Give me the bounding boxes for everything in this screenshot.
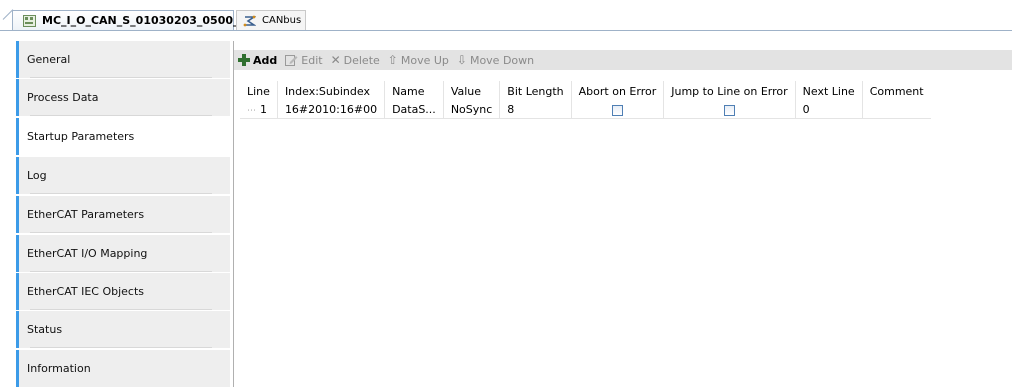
- cell-abort-on-error: [571, 101, 665, 119]
- sidebar-item-ethercat-iec-objects[interactable]: EtherCAT IEC Objects: [16, 273, 230, 310]
- editor-sidebar: General Process Data Startup Parameters …: [0, 41, 232, 387]
- tree-connector: ⋯: [247, 106, 256, 116]
- cell-next-line[interactable]: 0: [795, 101, 863, 119]
- sidebar-item-label: EtherCAT I/O Mapping: [27, 247, 148, 260]
- separator: [30, 271, 212, 272]
- cell-line[interactable]: ⋯ 1: [240, 101, 278, 119]
- delete-label: Delete: [343, 53, 380, 67]
- tab-canbus[interactable]: CANbus: [236, 10, 306, 30]
- move-down-button[interactable]: ⇩ Move Down: [457, 54, 534, 67]
- editor-tab-strip: MC_I_O_CAN_S_01030203_0500_ x CANbus: [0, 0, 1012, 36]
- sidebar-item-startup-parameters[interactable]: Startup Parameters: [16, 118, 230, 155]
- separator: [30, 232, 212, 233]
- column-header-value[interactable]: Value: [443, 81, 501, 101]
- arrow-down-icon: ⇩: [456, 53, 467, 67]
- cell-value[interactable]: NoSync: [443, 101, 501, 119]
- sidebar-item-label: Process Data: [27, 91, 99, 104]
- tab-label: MC_I_O_CAN_S_01030203_0500_: [42, 14, 239, 27]
- column-header-next-line[interactable]: Next Line: [795, 81, 863, 101]
- sidebar-item-ethercat-io-mapping[interactable]: EtherCAT I/O Mapping: [16, 235, 230, 272]
- sidebar-item-label: General: [27, 53, 71, 66]
- move-up-label: Move Up: [400, 53, 449, 67]
- tab-label: CANbus: [262, 15, 302, 26]
- column-header-index-subindex[interactable]: Index:Subindex: [277, 81, 386, 101]
- add-icon: [238, 54, 250, 66]
- sidebar-item-status[interactable]: Status: [16, 311, 230, 348]
- cell-bit-length[interactable]: 8: [499, 101, 572, 119]
- table-header-row: Line Index:Subindex Name Value Bit Lengt…: [240, 81, 931, 101]
- sidebar-item-label: Log: [27, 169, 47, 182]
- add-label: Add: [253, 53, 278, 67]
- arrow-up-icon: ⇧: [387, 53, 398, 67]
- delete-icon: ✕: [330, 53, 341, 67]
- delete-button[interactable]: ✕ Delete: [331, 54, 380, 67]
- move-up-button[interactable]: ⇧ Move Up: [388, 54, 449, 67]
- tab-strip-baseline: [0, 30, 1012, 31]
- sidebar-item-label: Status: [27, 323, 63, 336]
- tab-device-editor[interactable]: MC_I_O_CAN_S_01030203_0500_ x: [12, 10, 253, 30]
- separator: [30, 77, 212, 78]
- edit-button[interactable]: Edit: [285, 53, 323, 67]
- jump-to-line-on-error-checkbox[interactable]: [723, 104, 735, 116]
- separator: [30, 115, 212, 116]
- column-header-abort-on-error[interactable]: Abort on Error: [571, 81, 665, 101]
- cell-jump-to-line-on-error: [663, 101, 796, 119]
- cell-comment[interactable]: [862, 101, 931, 119]
- sidebar-item-log[interactable]: Log: [16, 157, 230, 194]
- separator: [30, 309, 212, 310]
- cell-name[interactable]: DataS...: [384, 101, 444, 119]
- sidebar-item-label: EtherCAT Parameters: [27, 208, 145, 221]
- separator: [30, 193, 212, 194]
- startup-parameters-table: Line Index:Subindex Name Value Bit Lengt…: [240, 81, 931, 119]
- add-button[interactable]: Add: [238, 54, 277, 67]
- column-header-line[interactable]: Line: [240, 81, 278, 101]
- move-down-label: Move Down: [469, 53, 535, 67]
- edit-label: Edit: [301, 53, 323, 67]
- parameters-toolbar: Add Edit ✕ Delete ⇧ Move Up ⇩ Move Down: [234, 50, 1012, 70]
- edit-icon: [285, 55, 298, 66]
- abort-on-error-checkbox[interactable]: [611, 104, 623, 116]
- sidebar-item-label: Startup Parameters: [27, 130, 135, 143]
- sidebar-item-information[interactable]: Information: [16, 350, 230, 387]
- sidebar-item-label: Information: [27, 362, 91, 375]
- sidebar-item-label: EtherCAT IEC Objects: [27, 285, 145, 298]
- device-icon: [23, 14, 36, 27]
- sidebar-item-ethercat-parameters[interactable]: EtherCAT Parameters: [16, 196, 230, 233]
- sidebar-item-general[interactable]: General: [16, 41, 230, 78]
- startup-parameters-panel: Add Edit ✕ Delete ⇧ Move Up ⇩ Move Down …: [233, 41, 1012, 387]
- table-row[interactable]: ⋯ 1 16#2010:16#00 DataS... NoSync 8 0: [240, 101, 931, 119]
- column-header-name[interactable]: Name: [384, 81, 444, 101]
- separator: [30, 347, 212, 348]
- column-header-jump-to-line-on-error[interactable]: Jump to Line on Error: [663, 81, 796, 101]
- cell-index-subindex[interactable]: 16#2010:16#00: [277, 101, 386, 119]
- canbus-icon: [243, 15, 256, 26]
- line-number: 1: [260, 103, 267, 116]
- column-header-bit-length[interactable]: Bit Length: [499, 81, 572, 101]
- column-header-comment[interactable]: Comment: [862, 81, 930, 101]
- sidebar-item-process-data[interactable]: Process Data: [16, 79, 230, 116]
